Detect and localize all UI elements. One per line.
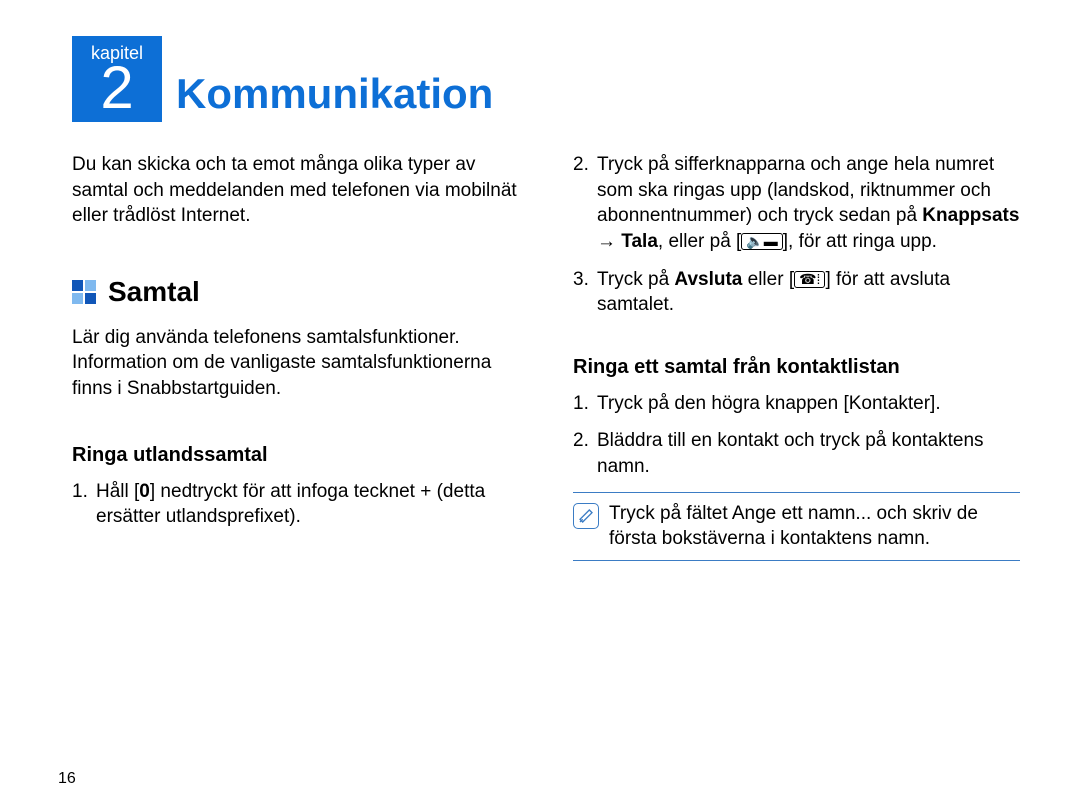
list-item: 1. Tryck på den högra knappen [Kontakter… — [573, 391, 1020, 417]
note-box: Tryck på fältet Ange ett namn... och skr… — [573, 492, 1020, 561]
chapter-title: Kommunikation — [176, 70, 493, 122]
list-body: Tryck på den högra knappen [Kontakter]. — [597, 391, 1020, 417]
left-column: Du kan skicka och ta emot många olika ty… — [72, 152, 519, 561]
list-item: 3. Tryck på Avsluta eller [☎⁞] för att a… — [573, 267, 1020, 318]
section-paragraph: Lär dig använda telefonens samtalsfunkti… — [72, 325, 519, 402]
list-number: 1. — [573, 391, 597, 417]
subsection-title: Ringa utlandssamtal — [72, 442, 519, 469]
list-body: Tryck på Avsluta eller [☎⁞] för att avsl… — [597, 267, 1020, 318]
list-number: 2. — [573, 428, 597, 479]
right-column: 2. Tryck på sifferknapparna och ange hel… — [573, 152, 1020, 561]
list-body: Håll [0] nedtryckt för att infoga teckne… — [96, 479, 519, 530]
chapter-number: 2 — [100, 58, 133, 118]
note-icon — [573, 503, 599, 529]
list-item: 1. Håll [0] nedtryckt för att infoga tec… — [72, 479, 519, 530]
list-number: 3. — [573, 267, 597, 318]
section-heading-row: Samtal — [72, 273, 519, 311]
chapter-box: kapitel 2 — [72, 36, 162, 122]
call-key-icon: 🔈▬ — [741, 233, 782, 250]
subsection-title: Ringa ett samtal från kontaktlistan — [573, 354, 1020, 381]
section-title: Samtal — [108, 273, 200, 311]
chapter-header: kapitel 2 Kommunikation — [72, 36, 1020, 122]
page-number: 16 — [58, 770, 76, 788]
list-body: Tryck på sifferknapparna och ange hela n… — [597, 152, 1020, 255]
squares-icon — [72, 280, 96, 304]
intro-paragraph: Du kan skicka och ta emot många olika ty… — [72, 152, 519, 229]
list-number: 1. — [72, 479, 96, 530]
list-item: 2. Tryck på sifferknapparna och ange hel… — [573, 152, 1020, 255]
list-body: Bläddra till en kontakt och tryck på kon… — [597, 428, 1020, 479]
list-number: 2. — [573, 152, 597, 255]
note-text: Tryck på fältet Ange ett namn... och skr… — [609, 501, 1020, 552]
list-item: 2. Bläddra till en kontakt och tryck på … — [573, 428, 1020, 479]
end-key-icon: ☎⁞ — [794, 271, 825, 288]
